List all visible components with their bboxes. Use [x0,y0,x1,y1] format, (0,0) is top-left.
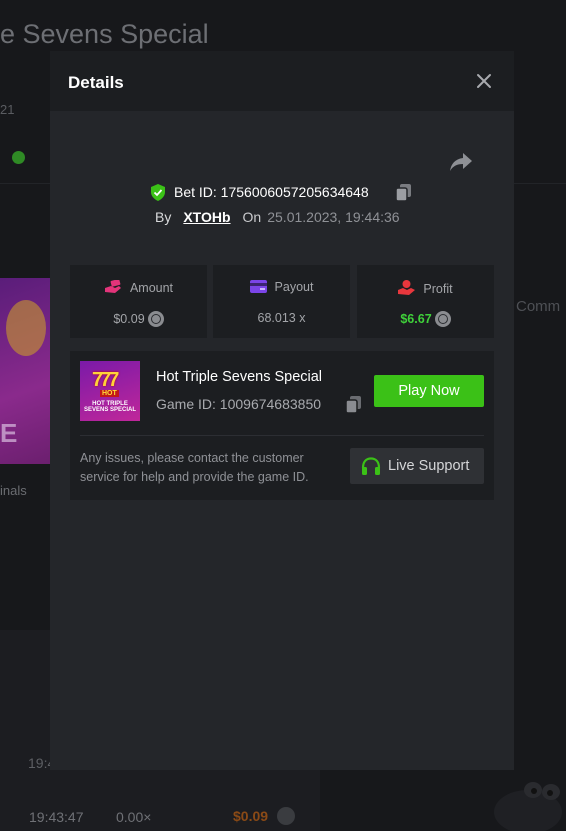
amount-value: $0.09 [113,312,145,326]
wallet-card-icon [249,280,267,293]
divider [80,435,484,436]
bet-date: 25.01.2023, 19:44:36 [267,209,400,225]
thumb-hot-label: HOT [100,390,119,397]
profit-value: $6.67 [400,312,432,326]
coin-icon [434,311,451,327]
on-label: On [242,209,262,225]
headset-icon [361,457,381,475]
bet-meta-row: By XTOHb On 25.01.2023, 19:44:36 [155,209,400,229]
bg-game-card: E [0,278,52,464]
bg-game-title: e Sevens Special [0,19,209,49]
live-support-button[interactable]: Live Support [350,448,484,484]
payout-value: 68.013 x [257,311,306,325]
bg-small-text: 21 [0,102,15,117]
thumb-title: HOT TRIPLE SEVENS SPECIAL [83,401,136,413]
copy-bet-id-icon[interactable] [396,184,411,201]
play-now-button[interactable]: Play Now [374,375,484,407]
bg-row-multiplier: 0.00× [116,809,152,825]
game-thumbnail[interactable]: 777 HOT HOT TRIPLE SEVENS SPECIAL [80,361,140,421]
profit-label: Profit [423,282,453,296]
support-message: Any issues, please contact the customer … [80,451,309,484]
bg-finals-text: inals [0,483,27,498]
profit-hand-icon [398,280,416,295]
live-support-label: Live Support [388,458,470,474]
profit-stat: Profit $6.67 [357,265,494,338]
payout-stat: Payout 68.013 x [213,265,350,338]
bg-row-time: 19:43:47 [29,809,84,825]
bet-id-label: Bet ID: 1756006057205634648 [174,184,369,200]
game-name: Hot Triple Sevens Special [156,369,323,385]
by-label: By [155,209,172,225]
payout-label: Payout [274,280,314,294]
username-link[interactable]: XTOHb [183,209,230,225]
copy-game-id-icon[interactable] [346,396,361,413]
money-hand-icon [104,279,121,293]
coin-icon [147,311,164,327]
bg-comm-text: Comm [516,298,561,315]
game-card: 777 HOT HOT TRIPLE SEVENS SPECIAL Hot Tr… [70,351,494,500]
modal-title: Details [68,73,124,92]
bg-coin-icon [277,807,295,825]
modal-header: Details [50,51,514,111]
verified-shield-icon [151,184,165,201]
bg-moon-art [6,300,46,356]
bg-row-amount: $0.09 [233,808,269,824]
mascot-icon [494,782,562,831]
close-icon[interactable] [474,71,494,91]
bet-stats: Amount $0.09 Payout 68.013 x Profit $6.6… [70,265,494,338]
share-icon[interactable] [448,151,474,173]
game-id: Game ID: 1009674683850 [156,396,322,412]
bet-details-modal: Details Bet ID: 1756006057205634648 By XT… [50,51,514,770]
amount-stat: Amount $0.09 [70,265,207,338]
bg-status-dot [12,151,25,164]
amount-label: Amount [129,281,174,295]
bet-id-row: Bet ID: 1756006057205634648 [150,182,412,202]
